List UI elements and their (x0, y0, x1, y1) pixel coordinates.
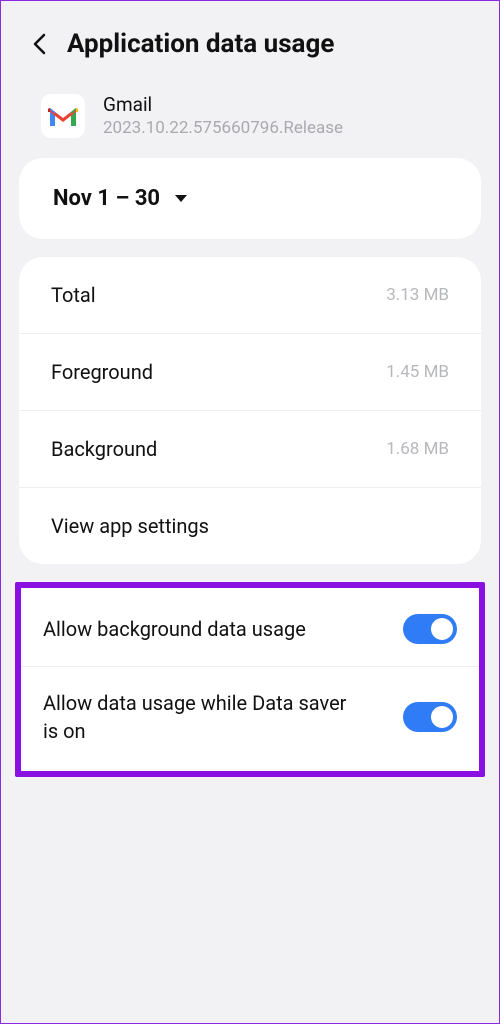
usage-total-row: Total 3.13 MB (19, 257, 481, 334)
usage-total-label: Total (51, 283, 96, 307)
usage-background-value: 1.68 MB (386, 439, 449, 459)
back-icon[interactable] (29, 34, 49, 54)
date-range-label: Nov 1 – 30 (53, 186, 160, 211)
usage-foreground-row: Foreground 1.45 MB (19, 334, 481, 411)
allow-background-data-switch[interactable] (403, 614, 457, 644)
allow-data-saver-switch[interactable] (403, 702, 457, 732)
page-title: Application data usage (67, 29, 334, 59)
usage-total-value: 3.13 MB (386, 285, 449, 305)
toggles-card: Allow background data usage Allow data u… (15, 582, 485, 777)
usage-background-row: Background 1.68 MB (19, 411, 481, 488)
app-name: Gmail (103, 93, 343, 116)
app-info: Gmail 2023.10.22.575660796.Release (1, 77, 499, 158)
usage-foreground-label: Foreground (51, 360, 153, 384)
allow-data-saver-label: Allow data usage while Data saver is on (43, 689, 363, 745)
date-range-picker[interactable]: Nov 1 – 30 (19, 158, 481, 239)
view-app-settings-link[interactable]: View app settings (19, 488, 481, 564)
usage-card: Total 3.13 MB Foreground 1.45 MB Backgro… (19, 257, 481, 564)
usage-background-label: Background (51, 437, 157, 461)
gmail-icon (41, 94, 85, 138)
allow-data-saver-row[interactable]: Allow data usage while Data saver is on (21, 667, 479, 767)
chevron-down-icon (174, 189, 188, 208)
app-version: 2023.10.22.575660796.Release (103, 118, 343, 138)
usage-foreground-value: 1.45 MB (386, 362, 449, 382)
allow-background-data-label: Allow background data usage (43, 615, 306, 643)
allow-background-data-row[interactable]: Allow background data usage (21, 592, 479, 667)
